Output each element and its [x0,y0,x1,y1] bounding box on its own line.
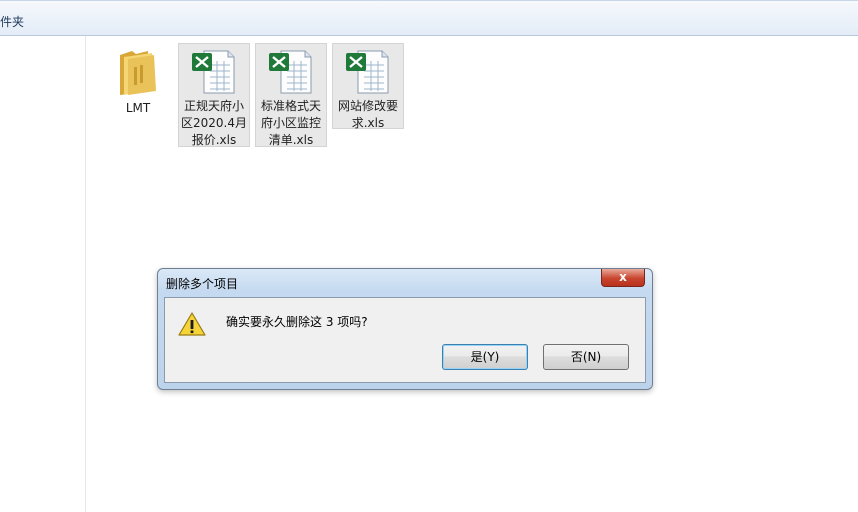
file-item-folder[interactable]: LMT [102,40,174,117]
excel-file-icon [192,50,235,94]
dialog-message: 确实要永久删除这 3 项吗? [226,315,368,329]
navigation-pane[interactable] [0,36,86,512]
close-icon: x [619,270,627,284]
excel-file-icon [346,50,389,94]
file-name: LMT [125,101,151,115]
warning-icon [178,312,206,336]
delete-confirm-dialog: 删除多个项目 x 确实要永久删除这 3 项吗? 是(Y) 否(N) [157,268,653,390]
excel-file-icon [269,50,312,94]
file-item-excel[interactable]: 正规天府小区2020.4月报价.xls [178,43,250,147]
dialog-body: 确实要永久删除这 3 项吗? 是(Y) 否(N) [164,297,646,383]
file-name: 网站修改要求.xls [337,99,398,130]
file-item-excel[interactable]: 标准格式天府小区监控清单.xls [255,43,327,147]
file-name: 正规天府小区2020.4月报价.xls [181,99,247,147]
file-name: 标准格式天府小区监控清单.xls [260,99,321,147]
yes-button[interactable]: 是(Y) [442,344,528,370]
file-item-excel[interactable]: 网站修改要求.xls [332,43,404,130]
explorer-toolbar: 件夹 [0,0,858,36]
no-button[interactable]: 否(N) [543,344,629,370]
dialog-title: 删除多个项目 [166,277,239,291]
toolbar-label[interactable]: 件夹 [0,13,24,30]
close-button[interactable]: x [601,269,645,287]
folder-icon [120,51,156,95]
